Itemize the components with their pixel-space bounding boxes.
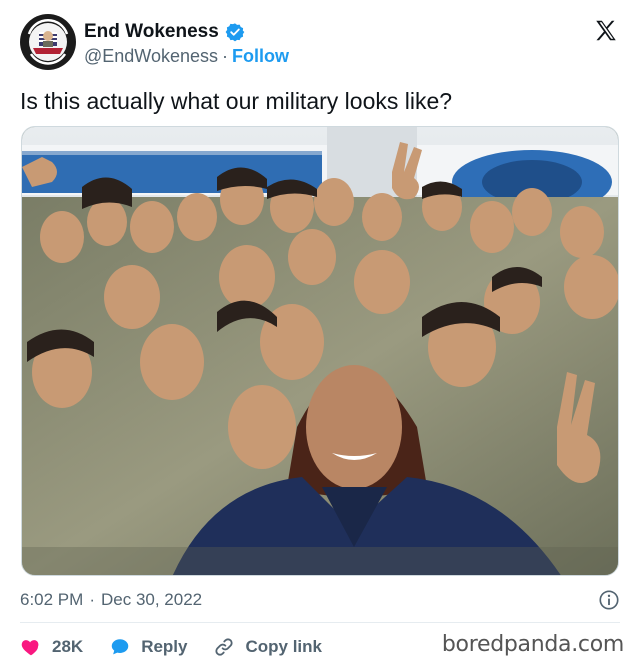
handle-separator: · <box>222 46 229 66</box>
reply-bubble-icon <box>111 639 129 655</box>
tweet-header: End Wokeness @EndWokeness · Follow <box>20 14 625 74</box>
tweet-card: End Wokeness @EndWokeness · Follow Is th… <box>0 0 640 671</box>
tweet-photo[interactable] <box>21 126 619 576</box>
verified-badge-icon <box>225 22 245 42</box>
heart-icon <box>21 640 39 656</box>
name-row: End Wokeness <box>84 20 245 44</box>
meta-separator: · <box>89 590 95 609</box>
x-logo-icon[interactable] <box>593 18 619 44</box>
handle[interactable]: @EndWokeness <box>84 46 218 67</box>
photo-group-selfie <box>22 127 618 575</box>
copy-link-button[interactable]: Copy link <box>213 636 322 658</box>
like-button[interactable]: 28K <box>20 636 83 658</box>
tweet-date[interactable]: Dec 30, 2022 <box>101 590 202 610</box>
tweet-text: Is this actually what our military looks… <box>20 88 453 114</box>
follow-button[interactable]: Follow <box>232 46 289 67</box>
avatar[interactable] <box>20 14 76 70</box>
divider <box>20 622 620 623</box>
like-count: 28K <box>52 637 84 656</box>
copy-link-label: Copy link <box>245 637 322 656</box>
avatar-emblem-icon <box>21 15 75 69</box>
reply-label: Reply <box>141 637 188 656</box>
display-name[interactable]: End Wokeness <box>84 21 219 43</box>
reply-button[interactable]: Reply <box>109 636 187 658</box>
link-icon <box>215 638 234 656</box>
tweet-meta: 6:02 PM · Dec 30, 2022 <box>20 588 620 612</box>
handle-row: @EndWokeness · Follow <box>84 46 289 67</box>
info-icon[interactable] <box>598 589 620 611</box>
tweet-time[interactable]: 6:02 PM <box>20 590 83 610</box>
watermark: boredpanda.com <box>441 632 624 657</box>
